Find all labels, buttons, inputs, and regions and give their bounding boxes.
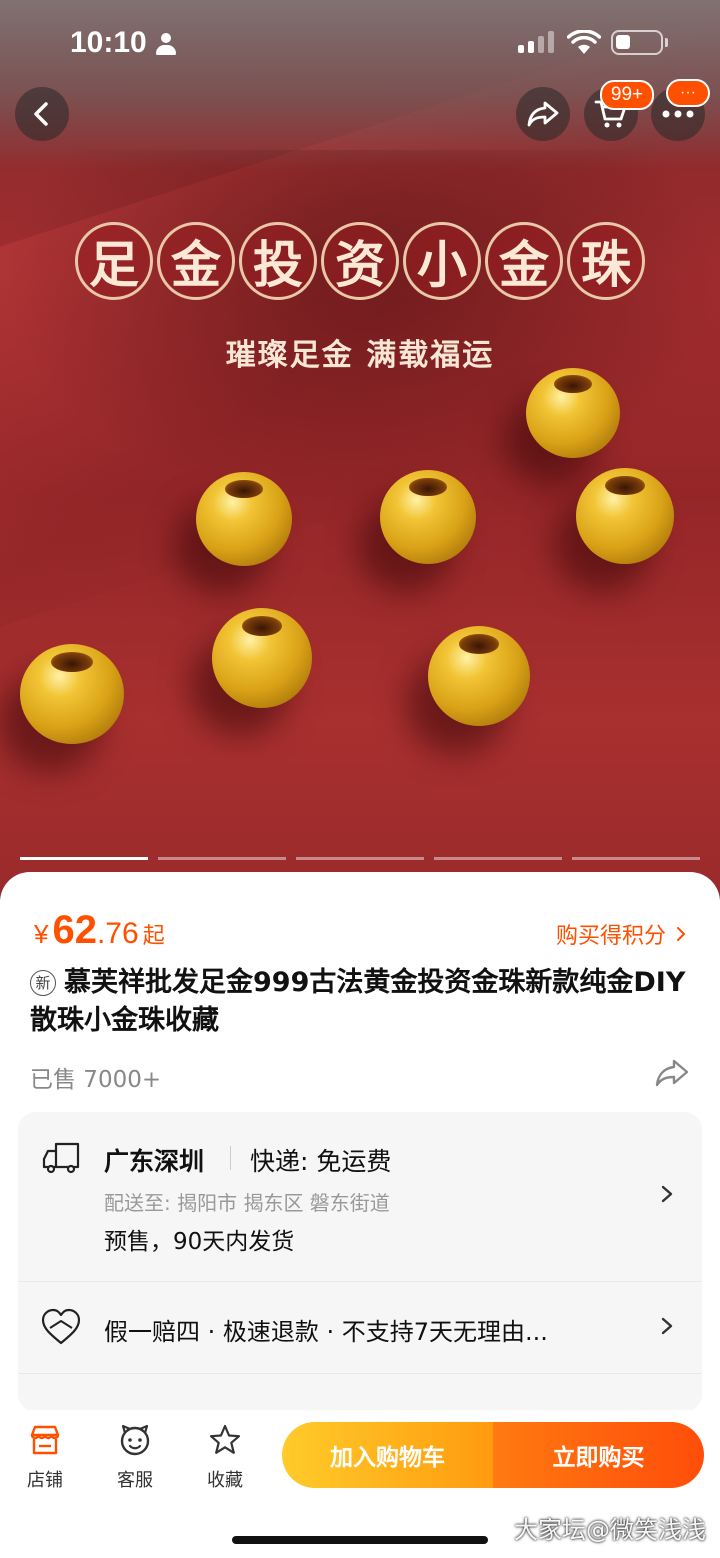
- more-dots-icon: [662, 110, 694, 118]
- person-icon: [156, 33, 176, 55]
- home-indicator[interactable]: [232, 1536, 488, 1544]
- service-info-box: 广东深圳 快递: 免运费 配送至: 揭阳市 揭东区 磐东街道 预售，90天内发货…: [18, 1112, 702, 1412]
- watermark-text: 大家坛@微笑浅浅: [514, 1516, 706, 1544]
- product-title-text: 慕芙祥批发足金999古法黄金投资金珠新款纯金DIY散珠小金珠收藏: [30, 967, 686, 1036]
- heart-shield-icon: [41, 1308, 81, 1345]
- status-bar: 10:10: [0, 0, 720, 86]
- star-icon: [209, 1424, 241, 1454]
- share-icon: [655, 1059, 689, 1087]
- gold-bead: [428, 626, 530, 726]
- headline-char: 金: [157, 222, 235, 300]
- favorite-tab[interactable]: 收藏: [190, 1420, 260, 1492]
- carousel-dot: [158, 857, 286, 860]
- share-product-button[interactable]: [654, 1057, 690, 1093]
- purchase-actions: 加入购物车 立即购买: [282, 1422, 704, 1488]
- ship-origin: 广东深圳: [104, 1147, 205, 1176]
- headline-char: 投: [239, 222, 317, 300]
- delivery-truck-icon: [42, 1142, 80, 1174]
- headline-char: 资: [321, 222, 399, 300]
- shop-tab[interactable]: 店铺: [10, 1420, 80, 1492]
- battery-icon: [611, 30, 668, 55]
- presale-notice: 预售，90天内发货: [104, 1229, 295, 1255]
- price-suffix: 起: [142, 923, 165, 948]
- buy-now-button[interactable]: 立即购买: [493, 1422, 704, 1488]
- add-to-cart-button[interactable]: 加入购物车: [282, 1422, 493, 1488]
- customer-service-tab[interactable]: 客服: [100, 1420, 170, 1492]
- chevron-right-icon: [677, 927, 686, 941]
- share-button[interactable]: [516, 87, 570, 141]
- shipping-row[interactable]: 广东深圳 快递: 免运费 配送至: 揭阳市 揭东区 磐东街道 预售，90天内发货: [18, 1112, 702, 1282]
- image-subheadline: 璀璨足金 满载福运: [225, 338, 495, 373]
- chevron-right-icon: [661, 1185, 673, 1203]
- sold-count: 已售 7000+: [30, 1067, 162, 1093]
- gold-bead: [526, 368, 620, 458]
- cellular-signal-icon: [518, 31, 554, 53]
- headline-char: 金: [485, 222, 563, 300]
- chevron-left-icon: [34, 102, 48, 126]
- more-notification-badge: ···: [666, 79, 710, 107]
- shop-label: 店铺: [27, 1470, 63, 1491]
- gold-bead: [196, 472, 292, 566]
- status-time: 10:10: [70, 26, 147, 59]
- product-title: 新慕芙祥批发足金999古法黄金投资金珠新款纯金DIY散珠小金珠收藏: [30, 964, 690, 1040]
- carousel-dot-active: [20, 857, 148, 860]
- gold-bead: [20, 644, 124, 744]
- currency-symbol: ¥: [34, 919, 49, 949]
- favorite-label: 收藏: [207, 1470, 243, 1491]
- gold-bead: [380, 470, 476, 564]
- wifi-icon: [567, 30, 601, 54]
- gold-bead: [212, 608, 312, 708]
- delivery-destination: 配送至: 揭阳市 揭东区 磐东街道: [104, 1191, 390, 1215]
- gold-bead: [576, 468, 674, 564]
- guarantee-row[interactable]: 假一赔四 · 极速退款 · 不支持7天无理由...: [18, 1282, 702, 1374]
- price-decimal: .76: [96, 917, 139, 950]
- carousel-dot: [434, 857, 562, 860]
- service-label: 客服: [117, 1470, 153, 1491]
- customer-service-icon: [120, 1424, 150, 1456]
- headline-char: 珠: [567, 222, 645, 300]
- points-label: 购买得积分: [555, 924, 666, 949]
- image-headline: 足 金 投 资 小 金 珠: [0, 222, 720, 300]
- carousel-dot: [572, 857, 700, 860]
- guarantee-text: 假一赔四 · 极速退款 · 不支持7天无理由...: [104, 1318, 548, 1346]
- product-price: ¥ 62 .76 起: [34, 908, 165, 953]
- carousel-indicator: [20, 857, 700, 860]
- shop-icon: [30, 1425, 60, 1455]
- share-icon: [527, 101, 559, 127]
- divider: [230, 1146, 231, 1170]
- chevron-right-icon: [661, 1317, 673, 1335]
- cart-count-badge: 99+: [600, 80, 654, 110]
- headline-char: 足: [75, 222, 153, 300]
- headline-char: 小: [403, 222, 481, 300]
- carousel-dot: [296, 857, 424, 860]
- new-tag-icon: 新: [30, 970, 56, 996]
- back-button[interactable]: [15, 87, 69, 141]
- price-integer: 62: [52, 908, 97, 952]
- purchase-points-link[interactable]: 购买得积分: [556, 918, 686, 950]
- shipping-method: 快递: 免运费: [250, 1147, 392, 1176]
